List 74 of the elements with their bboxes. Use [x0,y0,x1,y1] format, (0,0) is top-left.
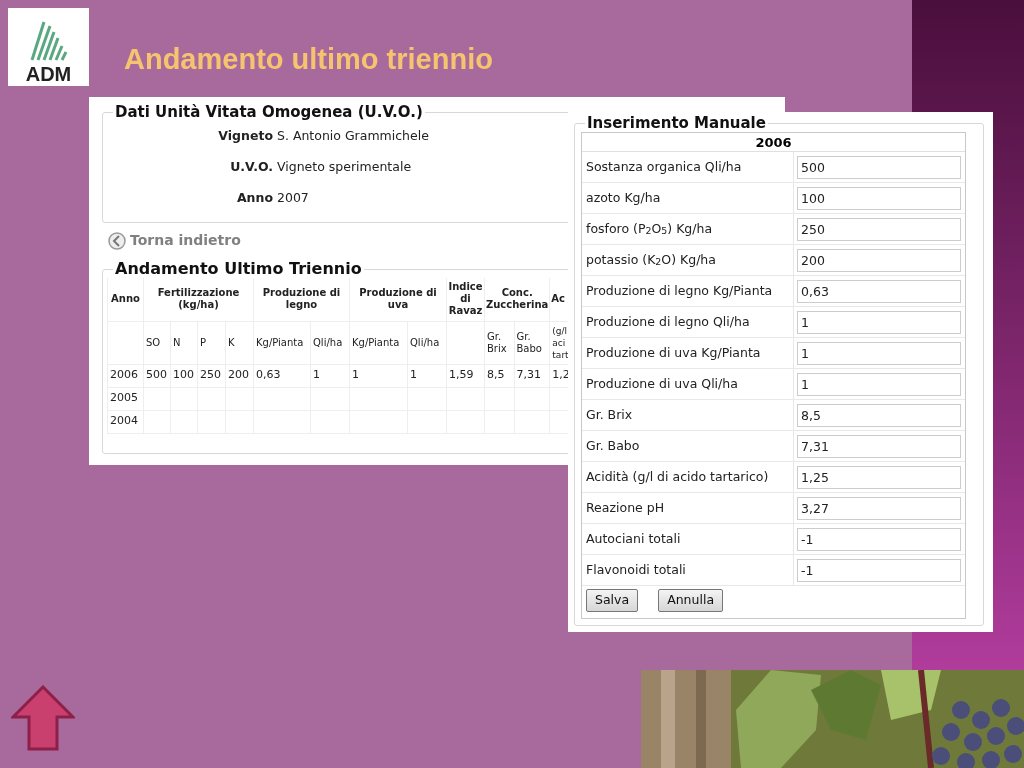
field-label: Reazione pH [582,493,794,523]
up-arrow-icon[interactable] [11,685,75,751]
fieldset-legend: Andamento Ultimo Triennio [113,260,364,278]
table-cell: 200 [225,364,254,387]
form-button[interactable]: Annulla [658,589,724,612]
field-value: 2007 [277,188,309,207]
field-label: Gr. Brix [582,400,794,430]
table-cell: 8,5 [484,364,514,387]
column-subheader: K [225,321,254,364]
input-field[interactable]: 100 [797,187,961,210]
input-field[interactable]: 0,63 [797,280,961,303]
field-value: S. Antonio Grammichele [277,127,429,145]
column-subheader: Qli/ha [407,321,447,364]
input-field[interactable]: 500 [797,156,961,179]
fieldset-legend: Inserimento Manuale [585,114,768,132]
column-header: Conc. Zuccherina [484,278,550,321]
field-label: Produzione di legno Kg/Pianta [582,276,794,306]
table-cell: 7,31 [514,364,550,387]
field-label: Sostanza organica Qli/ha [582,152,794,182]
table-cell: 2005 [107,387,144,410]
input-field[interactable]: -1 [797,528,961,551]
field-label: Produzione di legno Qli/ha [582,307,794,337]
column-subheader: Gr. Babo [514,321,550,364]
field-label: Flavonoidi totali [582,555,794,585]
column-header: Fertilizzazione (kg/ha) [143,278,254,321]
field-value: Vigneto sperimentale [277,157,412,176]
input-field[interactable]: 250 [797,218,961,241]
input-field[interactable]: 8,5 [797,404,961,427]
field-label: azoto Kg/ha [582,183,794,213]
table-cell: 100 [170,364,198,387]
column-header: Produzione di uva [349,278,447,321]
table-cell: 1 [310,364,350,387]
input-field[interactable]: 1 [797,342,961,365]
input-field[interactable]: -1 [797,559,961,582]
column-subheader: N [170,321,198,364]
field-label: fosforo (P$_{2}$O$_{5}$) Kg/ha [582,214,794,244]
back-link[interactable]: Torna indietro [108,230,241,251]
column-subheader: Qli/ha [310,321,350,364]
field-label: Anno [235,188,273,207]
table-cell: 0,63 [253,364,311,387]
table-cell: 250 [197,364,226,387]
table-cell: 500 [143,364,171,387]
column-header: Indice di Ravaz [446,278,485,321]
column-header: Anno [107,278,144,321]
input-field[interactable]: 7,31 [797,435,961,458]
column-subheader: Kg/Pianta [253,321,311,364]
fieldset-legend: Dati Unità Vitata Omogenea (U.V.O.) [113,103,425,121]
field-label: Vigneto [217,127,273,145]
input-field[interactable]: 3,27 [797,497,961,520]
table-cell: 1 [407,364,447,387]
logo-text: ADM [25,64,72,84]
column-subheader: P [197,321,226,364]
slide-title: Andamento ultimo triennio [124,42,493,77]
input-field[interactable]: 1,25 [797,466,961,489]
field-label: Gr. Babo [582,431,794,461]
input-field[interactable]: 200 [797,249,961,272]
field-label: Autociani totali [582,524,794,554]
table-cell: 2004 [107,410,144,433]
input-field[interactable]: 1 [797,311,961,334]
input-field[interactable]: 1 [797,373,961,396]
field-label: Produzione di uva Qli/ha [582,369,794,399]
table-cell: 2006 [107,364,144,387]
field-label: potassio (K$_{2}$O) Kg/ha [582,245,794,275]
column-header: Produzione di legno [253,278,350,321]
column-subheader: Gr. Brix [484,321,514,364]
table-cell: 1,59 [446,364,485,387]
column-subheader: SO [143,321,171,364]
table-cell: 1 [349,364,408,387]
column-subheader: Kg/Pianta [349,321,408,364]
field-label: U.V.O. [229,157,273,176]
form-button[interactable]: Salva [586,589,639,612]
year-heading: 2006 [582,133,965,152]
field-label: Produzione di uva Kg/Pianta [582,338,794,368]
field-label: Acidità (g/l di acido tartarico) [582,462,794,492]
